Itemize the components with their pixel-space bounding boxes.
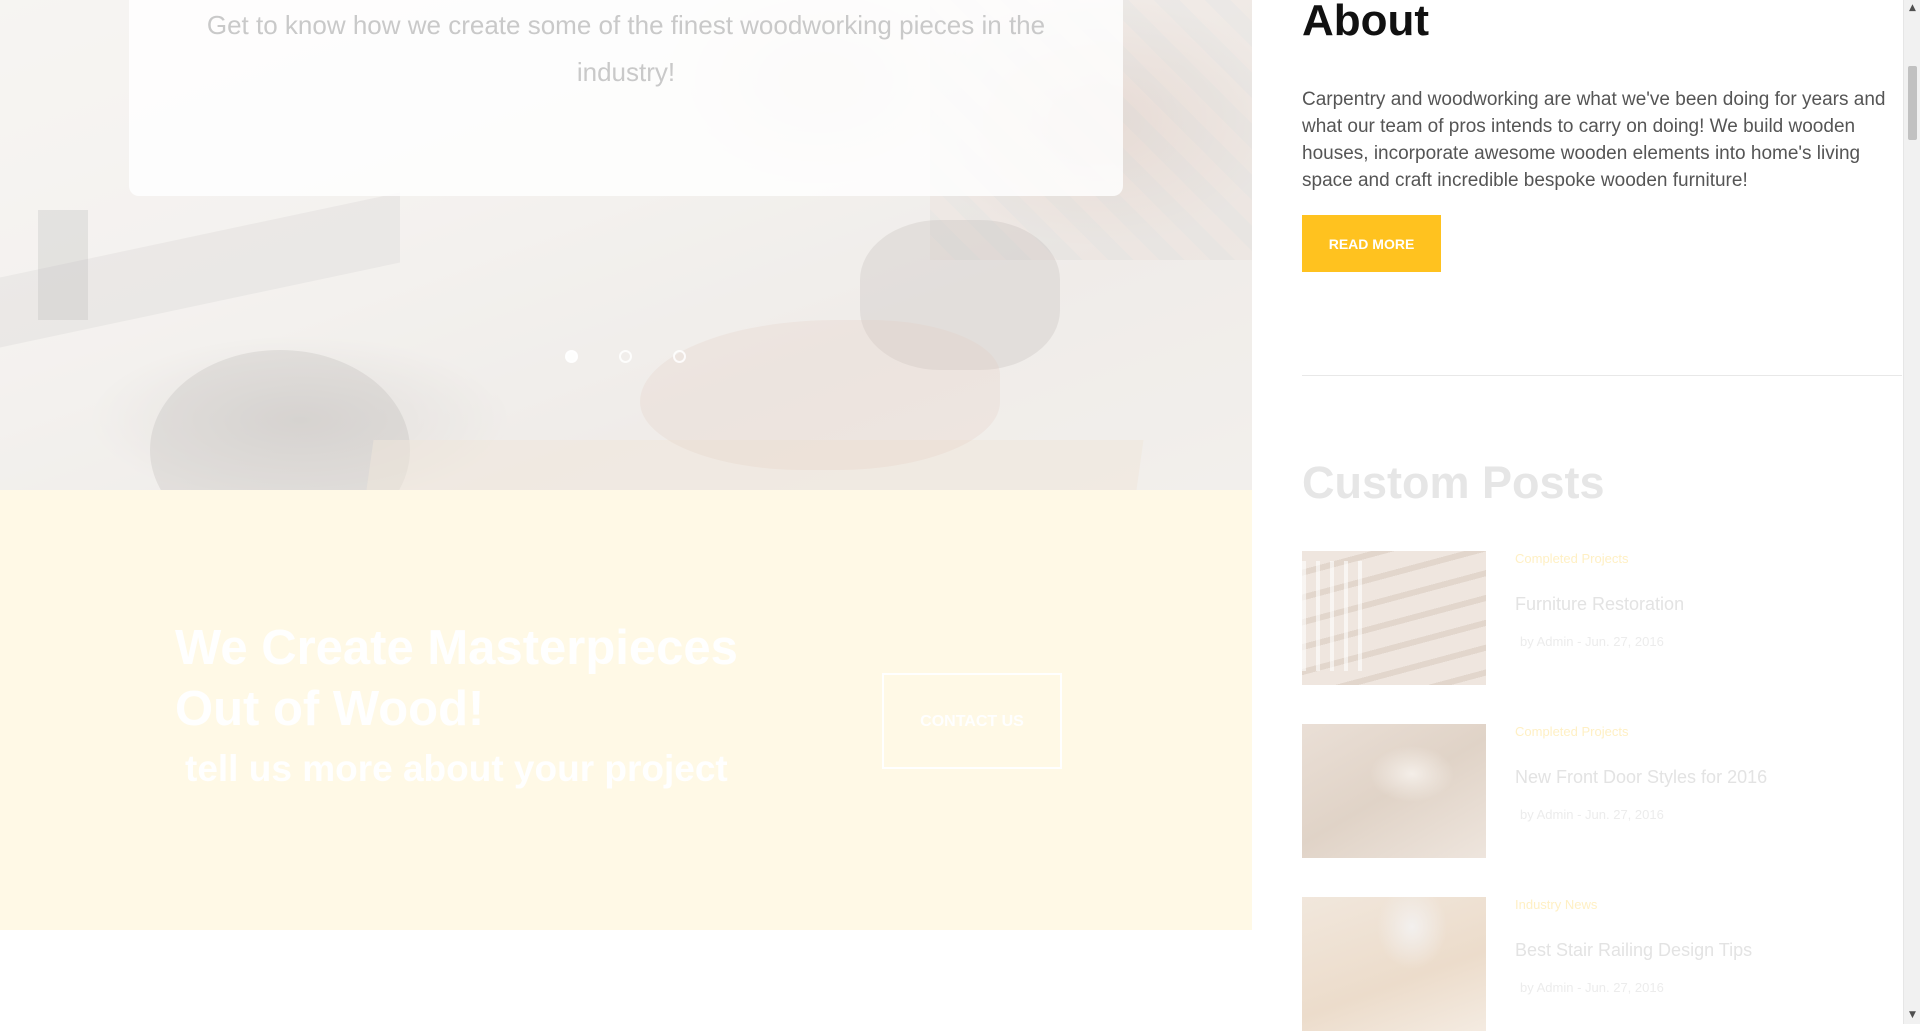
sidebar-divider [1302, 375, 1902, 376]
about-text: Carpentry and woodworking are what we've… [1302, 89, 1886, 191]
about-title: About [1302, 0, 1430, 45]
page-scrollbar[interactable]: ▲ ▼ [1903, 0, 1920, 1024]
slider-dot-3[interactable] [673, 350, 686, 363]
post-thumbnail[interactable] [1302, 551, 1486, 685]
post-item[interactable]: Completed Projects Furniture Restoration… [1302, 551, 1902, 685]
post-category[interactable]: Completed Projects [1515, 724, 1628, 739]
scrollbar-thumb[interactable] [1908, 66, 1917, 140]
sidebar: About Carpentry and woodworking are what… [1302, 0, 1902, 1031]
custom-posts-title: Custom Posts [1302, 457, 1605, 508]
contact-us-button[interactable]: CONTACT US [882, 673, 1062, 769]
cta-subtitle: tell us more about your project [185, 748, 728, 789]
post-meta: by Admin - Jun. 27, 2016 [1520, 807, 1664, 822]
post-item[interactable]: Completed Projects New Front Door Styles… [1302, 724, 1902, 858]
post-thumbnail[interactable] [1302, 724, 1486, 858]
hero-slider: Get to know how we create some of the fi… [0, 0, 1252, 490]
read-more-button[interactable]: READ MORE [1302, 215, 1441, 272]
scroll-up-icon[interactable]: ▲ [1904, 0, 1920, 17]
cta-section: We Create Masterpieces Out of Wood! tell… [0, 490, 1252, 930]
post-category[interactable]: Industry News [1515, 897, 1597, 912]
post-title[interactable]: New Front Door Styles for 2016 [1515, 767, 1767, 788]
scroll-down-icon[interactable]: ▼ [1904, 1007, 1920, 1024]
post-meta: by Admin - Jun. 27, 2016 [1520, 980, 1664, 995]
slider-pagination [565, 350, 686, 363]
post-meta: by Admin - Jun. 27, 2016 [1520, 634, 1664, 649]
post-item[interactable]: Industry News Best Stair Railing Design … [1302, 897, 1902, 1031]
slider-dot-2[interactable] [619, 350, 632, 363]
contact-us-button-label: CONTACT US [920, 712, 1024, 730]
post-category[interactable]: Completed Projects [1515, 551, 1628, 566]
post-title[interactable]: Furniture Restoration [1515, 594, 1684, 615]
post-thumbnail[interactable] [1302, 897, 1486, 1031]
post-title[interactable]: Best Stair Railing Design Tips [1515, 940, 1752, 961]
cta-title: We Create Masterpieces Out of Wood! [175, 621, 738, 736]
hero-caption-card: Get to know how we create some of the fi… [129, 0, 1123, 196]
slider-dot-1[interactable] [565, 350, 578, 363]
hero-caption-text: Get to know how we create some of the fi… [206, 10, 1046, 87]
